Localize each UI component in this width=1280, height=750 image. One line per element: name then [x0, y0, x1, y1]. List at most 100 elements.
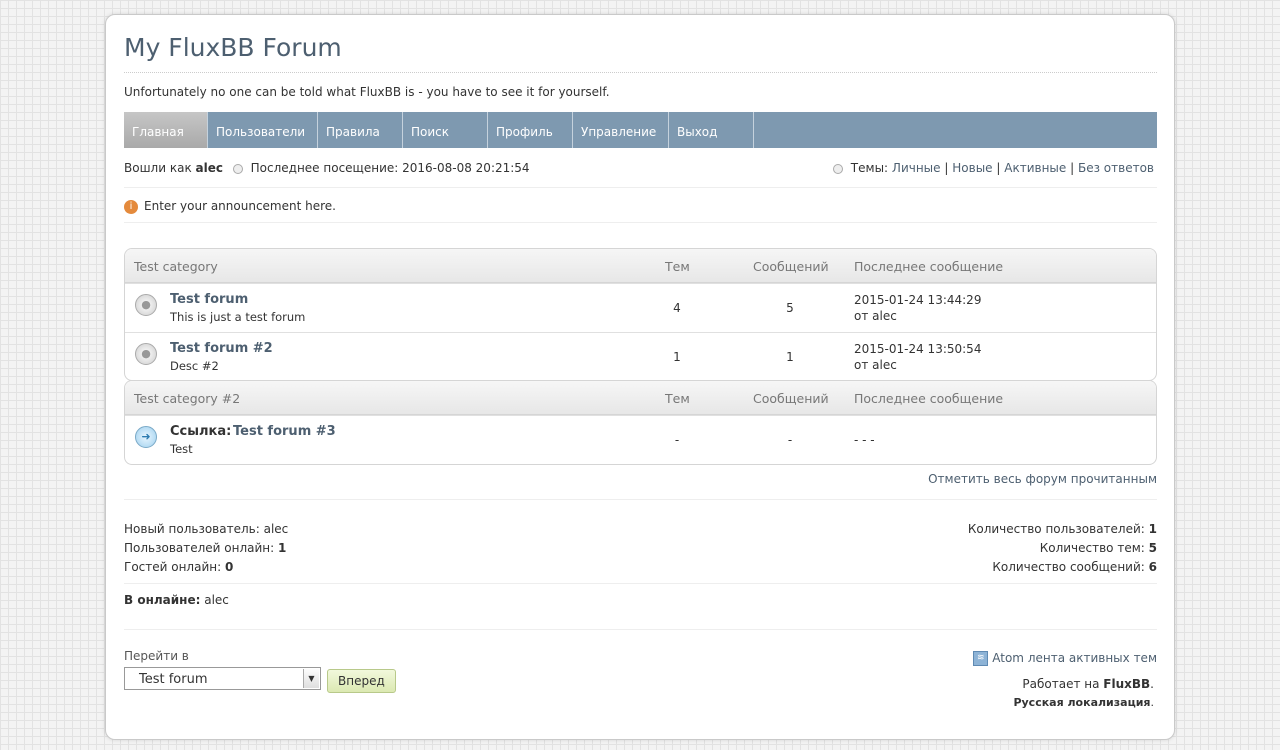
nav-rules[interactable]: Правила — [318, 112, 403, 148]
main-nav: Главная Пользователи Правила Поиск Профи… — [124, 112, 1157, 148]
users-online-label: Пользователей онлайн: — [124, 541, 275, 555]
forum-post-count: - — [787, 433, 793, 447]
last-post-author: от alec — [854, 309, 897, 323]
forum-topic-count: 4 — [673, 301, 681, 315]
column-posts: Сообщений — [753, 391, 829, 406]
powered-by: Работает на FluxBB. — [1022, 677, 1154, 691]
forum-jump-value: Test forum — [139, 672, 208, 687]
user-info: Вошли как alec Последнее посещение: 2016… — [124, 161, 530, 175]
total-users-count: 1 — [1148, 522, 1157, 536]
users-online-count: 1 — [278, 541, 287, 555]
forum-post-count: 1 — [786, 350, 794, 364]
logged-in-label: Вошли как — [124, 161, 192, 175]
separator: | — [996, 161, 1001, 175]
link-new-posts[interactable]: Новые — [952, 161, 992, 175]
link-active-topics[interactable]: Активные — [1004, 161, 1066, 175]
column-topics: Тем — [665, 259, 690, 274]
category-header: Test category Тем Сообщений Последнее со… — [125, 249, 1156, 283]
divider — [124, 629, 1157, 630]
total-users-label: Количество пользователей: — [967, 522, 1145, 536]
nav-admin[interactable]: Управление — [573, 112, 669, 148]
category-block: Test category Тем Сообщений Последнее со… — [124, 248, 1157, 381]
powered-prefix: Работает на — [1022, 677, 1100, 691]
category-block: Test category #2 Тем Сообщений Последнее… — [124, 380, 1157, 465]
forum-topic-count: 1 — [673, 350, 681, 364]
online-label: В онлайне: — [124, 593, 201, 607]
topic-links: Темы: Личные | Новые | Активные | Без от… — [827, 161, 1154, 175]
announcement: i Enter your announcement here. — [124, 199, 336, 214]
forum-row: ● Test forum This is just a test forum 4… — [125, 283, 1156, 332]
feed-icon: ≋ — [973, 651, 989, 666]
announcement-text: Enter your announcement here. — [144, 199, 336, 213]
column-posts: Сообщений — [753, 259, 829, 274]
newest-user-label: Новый пользователь: — [124, 522, 260, 536]
total-posts-count: 6 — [1148, 560, 1157, 574]
category-name: Test category #2 — [134, 391, 241, 406]
forum-description: Test — [170, 442, 193, 456]
chevron-down-icon[interactable]: ▼ — [303, 669, 319, 688]
online-user-link[interactable]: alec — [204, 593, 229, 607]
atom-feed-link[interactable]: Atom лента активных тем — [992, 651, 1157, 665]
forum-description: Desc #2 — [170, 359, 219, 373]
separator: | — [1070, 161, 1075, 175]
last-post-date[interactable]: 2015-01-24 13:44:29 — [854, 293, 981, 307]
user-status-bar: Вошли как alec Последнее посещение: 2016… — [124, 161, 1157, 181]
last-post-author: от alec — [854, 358, 897, 372]
link-my-posts[interactable]: Личные — [892, 161, 941, 175]
forum-status-icon: ● — [135, 294, 157, 316]
column-last-post: Последнее сообщение — [854, 259, 1004, 274]
total-topics-count: 5 — [1148, 541, 1157, 555]
link-unanswered[interactable]: Без ответов — [1078, 161, 1154, 175]
bullet-icon — [832, 163, 843, 174]
divider — [124, 499, 1157, 500]
bullet-icon — [232, 163, 243, 174]
last-visit: Последнее посещение: 2016-08-08 20:21:54 — [250, 161, 530, 175]
localization-link[interactable]: Русская локализация — [1013, 696, 1150, 709]
localization-credit: Русская локализация. — [1013, 696, 1154, 709]
forum-post-count: 5 — [786, 301, 794, 315]
guests-online-label: Гостей онлайн: — [124, 560, 222, 574]
stats-left: Новый пользователь: alec Пользователей о… — [124, 520, 288, 577]
topics-label: Темы: — [850, 161, 889, 175]
atom-feed: ≋ Atom лента активных тем — [973, 651, 1157, 666]
announcement-icon: i — [124, 199, 138, 214]
forum-link[interactable]: Test forum #2 — [170, 341, 273, 356]
mark-all-read-link[interactable]: Отметить весь форум прочитанным — [928, 472, 1157, 486]
last-post-date[interactable]: 2015-01-24 13:50:54 — [854, 342, 981, 356]
nav-profile[interactable]: Профиль — [488, 112, 573, 148]
divider — [124, 222, 1157, 223]
divider — [124, 583, 1157, 584]
forum-status-icon: ● — [135, 343, 157, 365]
forum-row: ➜ Ссылка: Test forum #3 Test - - - - - — [125, 415, 1156, 464]
forum-link[interactable]: Test forum — [170, 292, 248, 307]
total-topics-label: Количество тем: — [1039, 541, 1145, 555]
newest-user-link[interactable]: alec — [264, 522, 289, 536]
nav-search[interactable]: Поиск — [403, 112, 488, 148]
redirect-prefix: Ссылка: — [170, 424, 232, 439]
last-post-date: - - - — [854, 433, 875, 447]
guests-online-count: 0 — [224, 560, 234, 574]
column-last-post: Последнее сообщение — [854, 391, 1004, 406]
online-list: В онлайне: alec — [124, 593, 229, 607]
divider — [124, 187, 1157, 188]
logged-in-user: alec — [195, 161, 223, 175]
title-divider — [124, 72, 1157, 73]
page-container: My FluxBB Forum Unfortunately no one can… — [105, 14, 1175, 740]
page-title: My FluxBB Forum — [124, 33, 342, 62]
separator: | — [944, 161, 949, 175]
forum-description: This is just a test forum — [170, 310, 306, 324]
category-name: Test category — [134, 259, 218, 274]
nav-index[interactable]: Главная — [124, 112, 208, 148]
redirect-arrow-icon: ➜ — [135, 426, 157, 448]
forum-topic-count: - — [674, 433, 680, 447]
jump-to-label: Перейти в — [124, 649, 189, 663]
nav-userlist[interactable]: Пользователи — [208, 112, 318, 148]
fluxbb-link[interactable]: FluxBB — [1103, 677, 1150, 691]
nav-logout[interactable]: Выход — [669, 112, 754, 148]
go-button[interactable]: Вперед — [327, 669, 396, 693]
forum-link[interactable]: Test forum #3 — [233, 424, 336, 439]
forum-jump-select[interactable]: Test forum ▼ — [124, 667, 321, 690]
column-topics: Тем — [665, 391, 690, 406]
board-description: Unfortunately no one can be told what Fl… — [124, 85, 610, 99]
forum-row: ● Test forum #2 Desc #2 1 1 2015-01-24 1… — [125, 332, 1156, 380]
